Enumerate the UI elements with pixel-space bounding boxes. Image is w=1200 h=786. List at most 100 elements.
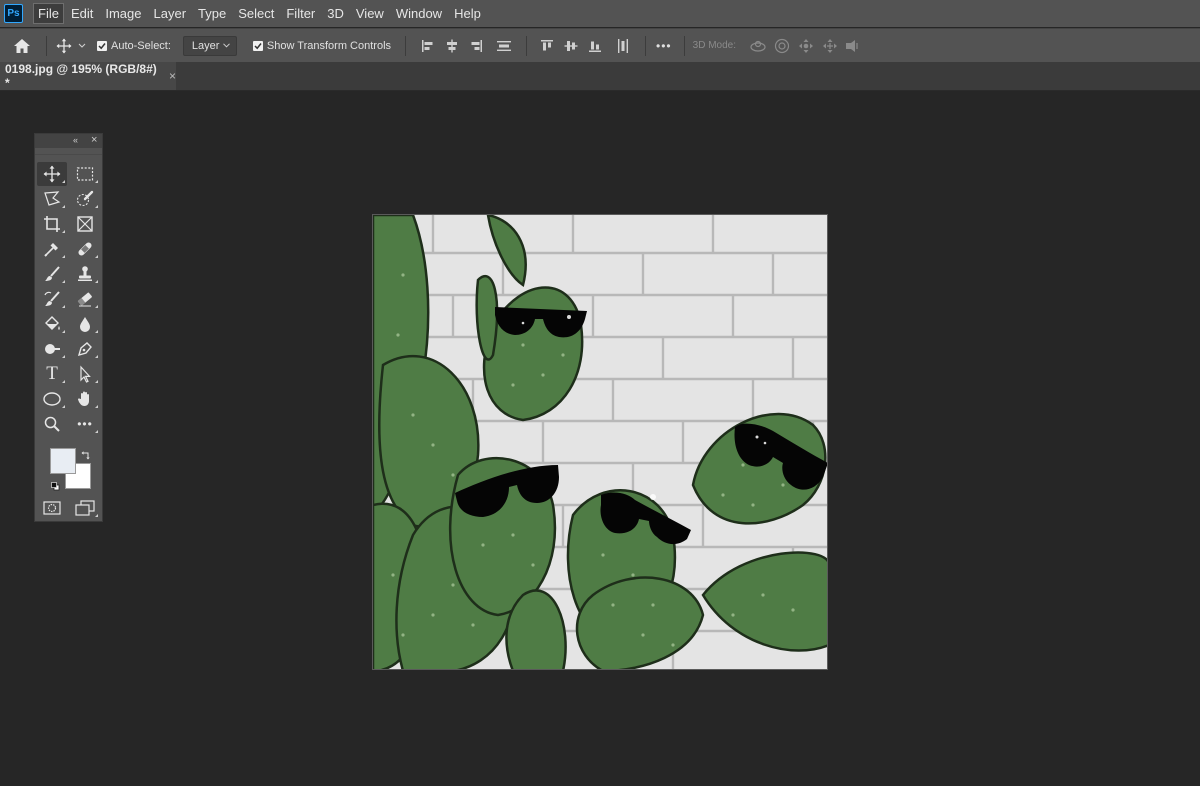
paint-bucket-icon [45, 316, 60, 330]
type-icon: T [46, 363, 58, 384]
dodge-tool-button[interactable] [37, 337, 67, 361]
cactus-sunglasses-image [373, 215, 827, 669]
mode-3d-label: 3D Mode: [692, 40, 736, 51]
frame-tool-button[interactable] [70, 212, 100, 236]
move-tool-button[interactable] [37, 162, 67, 186]
default-colors-icon[interactable] [51, 478, 60, 496]
menu-layer[interactable]: Layer [149, 3, 192, 24]
scale-3d-icon[interactable] [842, 39, 862, 53]
edit-toolbar-button[interactable]: ••• [70, 412, 100, 436]
menu-help[interactable]: Help [449, 3, 486, 24]
align-left-edges-icon[interactable] [416, 39, 440, 53]
auto-select-value: Layer [191, 39, 220, 52]
crop-icon [44, 216, 60, 232]
tool-preset-chevron-icon[interactable] [75, 43, 89, 49]
menu-3d[interactable]: 3D [322, 3, 349, 24]
chevron-down-icon [223, 43, 230, 48]
quick-mask-button[interactable] [37, 496, 67, 520]
crop-tool-button[interactable] [37, 212, 67, 236]
collapse-panel-icon[interactable]: « [73, 135, 78, 145]
menu-type[interactable]: Type [193, 3, 231, 24]
align-bottom-edges-icon[interactable] [583, 39, 607, 53]
move-icon [43, 165, 61, 183]
options-bar: Auto-Select: Layer Show Transform Contro… [0, 28, 1200, 62]
quick-selection-icon [76, 190, 94, 207]
eyedropper-tool-button[interactable] [37, 237, 67, 261]
auto-select-dropdown[interactable]: Layer [182, 35, 237, 56]
distribute-horizontal-icon[interactable] [607, 38, 639, 54]
screen-mode-icon [75, 500, 95, 516]
photoshop-logo: Ps [4, 4, 23, 23]
paint-bucket-tool-button[interactable] [37, 312, 67, 336]
menu-view[interactable]: View [351, 3, 389, 24]
hand-tool-button[interactable] [70, 387, 100, 411]
foreground-color-swatch[interactable] [50, 448, 76, 474]
align-horizontal-centers-icon[interactable] [440, 39, 464, 53]
align-top-edges-icon[interactable] [535, 39, 559, 53]
stamp-icon [78, 266, 92, 281]
slide-3d-icon[interactable] [818, 38, 842, 54]
hand-icon [77, 391, 89, 406]
home-icon[interactable] [12, 38, 32, 54]
quick-selection-tool-button[interactable] [70, 187, 100, 211]
history-brush-icon [44, 291, 60, 306]
polygonal-lasso-icon [44, 191, 61, 206]
distribute-vertical-icon[interactable] [488, 39, 520, 53]
eraser-icon [77, 292, 92, 307]
menu-image[interactable]: Image [100, 3, 146, 24]
menu-filter[interactable]: Filter [281, 3, 320, 24]
blur-tool-button[interactable] [70, 312, 100, 336]
menu-select[interactable]: Select [233, 3, 279, 24]
show-transform-label: Show Transform Controls [266, 39, 392, 52]
menu-edit[interactable]: Edit [66, 3, 98, 24]
rectangular-marquee-icon [76, 167, 94, 181]
eraser-tool-button[interactable] [70, 287, 100, 311]
roll-3d-icon[interactable] [770, 38, 794, 54]
move-tool-icon[interactable] [55, 38, 73, 54]
auto-select-checkbox[interactable] [97, 40, 111, 51]
pen-tool-button[interactable] [70, 337, 100, 361]
swap-colors-icon[interactable] [81, 447, 91, 465]
water-drop-icon [80, 317, 90, 332]
more-options-button[interactable]: ••• [656, 39, 672, 53]
lasso-tool-button[interactable] [37, 187, 67, 211]
zoom-tool-button[interactable] [37, 412, 67, 436]
menu-bar: Ps File Edit Image Layer Type Select Fil… [0, 0, 1200, 27]
marquee-tool-button[interactable] [70, 162, 100, 186]
align-right-edges-icon[interactable] [464, 39, 488, 53]
orbit-3d-icon[interactable] [746, 39, 770, 53]
bandage-icon [78, 242, 92, 256]
menu-file[interactable]: File [33, 3, 64, 24]
magnifier-icon [44, 416, 60, 432]
brush-tool-button[interactable] [37, 262, 67, 286]
document-canvas[interactable] [372, 214, 828, 670]
path-selection-tool-button[interactable] [70, 362, 100, 386]
more-tools-icon: ••• [77, 417, 93, 431]
frame-icon [77, 216, 93, 232]
pen-icon [77, 342, 92, 357]
document-tab[interactable]: 0198.jpg @ 195% (RGB/8#) * × [0, 62, 176, 90]
document-tab-title: 0198.jpg @ 195% (RGB/8#) * [5, 62, 157, 90]
type-tool-button[interactable]: T [37, 362, 67, 386]
close-tab-icon[interactable]: × [169, 69, 176, 83]
dodge-icon [45, 344, 60, 354]
clone-stamp-tool-button[interactable] [70, 262, 100, 286]
brush-icon [45, 266, 60, 281]
document-tab-bar: 0198.jpg @ 195% (RGB/8#) * × [0, 62, 1200, 91]
auto-select-label: Auto-Select: [111, 39, 171, 52]
ellipse-tool-button[interactable] [37, 387, 67, 411]
tools-panel-grip[interactable] [35, 148, 102, 155]
tools-panel-header[interactable]: « × [35, 134, 102, 148]
menu-window[interactable]: Window [391, 3, 447, 24]
healing-brush-tool-button[interactable] [70, 237, 100, 261]
pan-3d-icon[interactable] [794, 38, 818, 54]
screen-mode-button[interactable] [70, 496, 100, 520]
history-brush-tool-button[interactable] [37, 287, 67, 311]
align-vertical-centers-icon[interactable] [559, 39, 583, 53]
close-panel-icon[interactable]: × [91, 134, 97, 146]
ellipse-icon [43, 392, 61, 406]
eyedropper-icon [44, 243, 58, 257]
arrow-cursor-icon [80, 365, 91, 383]
show-transform-checkbox[interactable] [252, 40, 267, 51]
tools-panel: « × T ••• [34, 133, 103, 522]
